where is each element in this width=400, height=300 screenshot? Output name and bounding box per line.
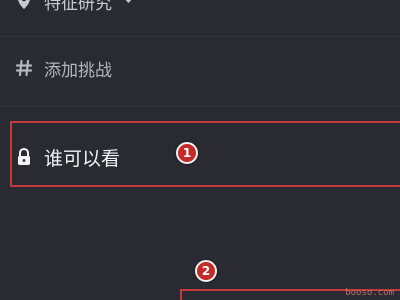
chevron-down-icon <box>122 0 135 3</box>
menu-item-location[interactable]: 特征研究 <box>0 0 400 16</box>
divider <box>0 36 400 37</box>
location-pin-icon <box>12 0 36 13</box>
menu-item-add-challenge-label: 添加挑战 <box>44 60 112 81</box>
menu-item-location-label: 特征研究 <box>44 0 112 14</box>
watermark: booso.com <box>345 288 394 298</box>
hashtag-icon <box>12 56 36 80</box>
step-marker-2: 2 <box>195 260 217 282</box>
menu-item-add-challenge[interactable]: 添加挑战 <box>0 53 400 83</box>
divider <box>0 106 400 107</box>
settings-screen: 特征研究 添加挑战 谁可以看 1 2 booso.com <box>0 0 400 300</box>
highlight-box <box>10 121 400 187</box>
step-marker-1: 1 <box>176 142 198 164</box>
